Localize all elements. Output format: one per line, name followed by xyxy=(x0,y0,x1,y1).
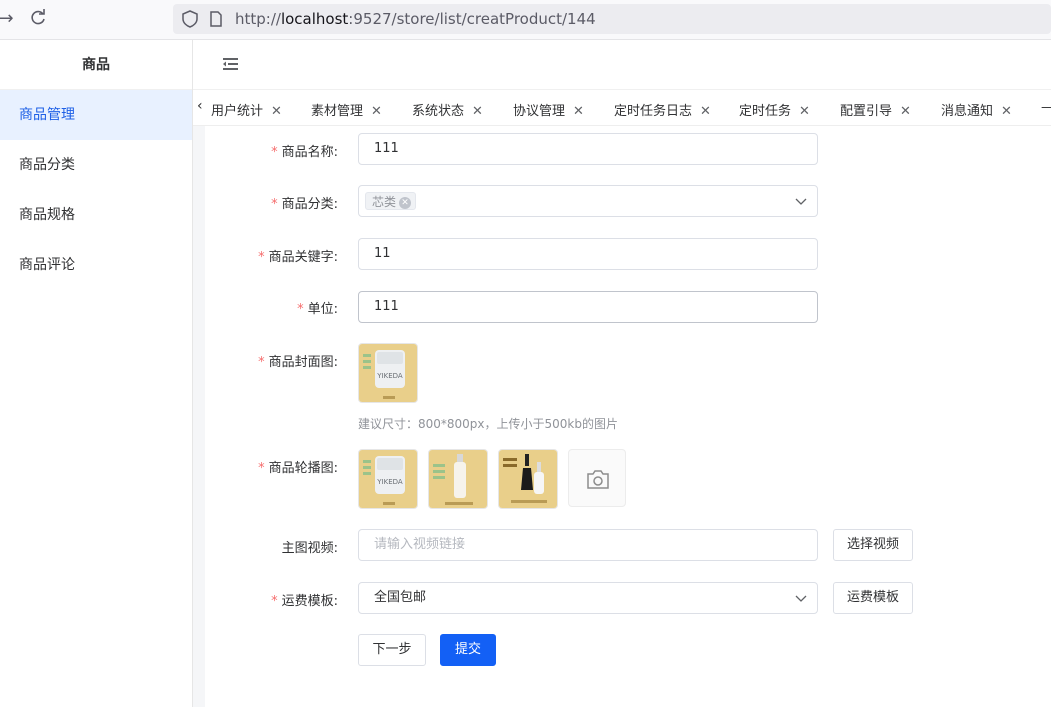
url-bar[interactable]: http://localhost:9527/store/list/creatPr… xyxy=(173,4,1051,34)
carousel-image-1[interactable]: YIKEDA xyxy=(358,449,418,509)
reload-icon[interactable] xyxy=(28,9,48,29)
sidebar-item-product-management[interactable]: 商品管理 xyxy=(0,90,192,140)
sidebar-item-product-spec[interactable]: 商品规格 xyxy=(0,190,192,240)
close-icon[interactable]: ✕ xyxy=(900,104,911,119)
product-form: * 商品名称: 111 * 商品分类: 芯类 ✕ * 商品关键字: 11 * 单位: 11… xyxy=(205,126,1051,707)
unit-input[interactable]: 111 xyxy=(358,291,818,323)
shield-icon[interactable] xyxy=(181,10,199,28)
carousel-image-3[interactable] xyxy=(498,449,558,509)
chevron-left-icon[interactable]: ‹ xyxy=(197,98,203,114)
page-icon[interactable] xyxy=(207,10,225,28)
tab-notifications[interactable]: 消息通知 ✕ xyxy=(941,100,1012,119)
shipping-template-button[interactable]: 运费模板 xyxy=(833,582,913,614)
upload-image-button[interactable] xyxy=(568,449,626,507)
shipping-template-select[interactable]: 全国包邮 xyxy=(358,582,818,614)
close-icon[interactable]: ✕ xyxy=(271,104,282,119)
tab-material[interactable]: 素材管理 ✕ xyxy=(311,100,382,119)
unit-label: * 单位: xyxy=(297,302,338,317)
tab-system-status[interactable]: 系统状态 ✕ xyxy=(412,100,483,119)
cover-image-thumbnail[interactable]: YIKEDA xyxy=(358,343,418,403)
tab-cron[interactable]: 定时任务 ✕ xyxy=(739,100,810,119)
carousel-images-label: * 商品轮播图: xyxy=(258,461,338,476)
tab-more-icon[interactable]: — xyxy=(1041,100,1051,115)
tab-config-guide[interactable]: 配置引导 ✕ xyxy=(840,100,911,119)
carousel-image-2[interactable] xyxy=(428,449,488,509)
video-link-input[interactable]: 请输入视频链接 xyxy=(358,529,818,561)
chevron-down-icon xyxy=(795,595,807,602)
category-tag: 芯类 ✕ xyxy=(365,192,417,210)
close-icon[interactable]: ✕ xyxy=(700,104,711,119)
tag-close-icon[interactable]: ✕ xyxy=(399,197,412,209)
product-name-label: * 商品名称: xyxy=(271,145,338,160)
url-text[interactable]: http://localhost:9527/store/list/creatPr… xyxy=(235,10,596,28)
shipping-template-value: 全国包邮 xyxy=(374,590,427,605)
tab-user-stats[interactable]: 用户统计 ✕ xyxy=(211,100,282,119)
main-content: * 商品名称: 111 * 商品分类: 芯类 ✕ * 商品关键字: 11 * 单位: 11… xyxy=(193,126,1051,707)
chevron-down-icon xyxy=(795,198,807,205)
tab-agreement[interactable]: 协议管理 ✕ xyxy=(513,100,584,119)
product-keyword-label: * 商品关键字: xyxy=(258,250,338,265)
select-video-button[interactable]: 选择视频 xyxy=(833,529,913,561)
forward-icon[interactable]: → xyxy=(0,9,16,29)
sidebar-title: 商品 xyxy=(0,40,192,90)
shipping-template-label: * 运费模板: xyxy=(271,594,338,609)
close-icon[interactable]: ✕ xyxy=(799,104,810,119)
sidebar-item-product-category[interactable]: 商品分类 xyxy=(0,140,192,190)
camera-icon xyxy=(587,470,609,489)
next-step-button[interactable]: 下一步 xyxy=(358,634,426,666)
svg-text:YIKEDA: YIKEDA xyxy=(376,372,403,380)
product-keyword-input[interactable]: 11 xyxy=(358,238,818,270)
close-icon[interactable]: ✕ xyxy=(1001,104,1012,119)
tabs-bar: ‹ 用户统计 ✕ 素材管理 ✕ 系统状态 ✕ 协议管理 ✕ 定时任务日志 ✕ 定时任务 ✕ … xyxy=(193,90,1051,126)
cover-image-hint: 建议尺寸：800*800px，上传小于500kb的图片 xyxy=(358,417,618,431)
product-name-input[interactable]: 111 xyxy=(358,133,818,165)
tab-cron-log[interactable]: 定时任务日志 ✕ xyxy=(614,100,711,119)
cover-image-label: * 商品封面图: xyxy=(258,355,338,370)
product-category-label: * 商品分类: xyxy=(271,197,338,212)
svg-text:YIKEDA: YIKEDA xyxy=(376,478,403,486)
main-video-label: 主图视频: xyxy=(281,541,338,556)
close-icon[interactable]: ✕ xyxy=(573,104,584,119)
menu-fold-icon[interactable] xyxy=(223,57,239,71)
sidebar-item-product-review[interactable]: 商品评论 xyxy=(0,240,192,290)
close-icon[interactable]: ✕ xyxy=(371,104,382,119)
browser-toolbar: → http://localhost:9527/store/list/creat… xyxy=(0,0,1051,40)
sidebar: 商品 商品管理 商品分类 商品规格 商品评论 xyxy=(0,40,193,707)
close-icon[interactable]: ✕ xyxy=(472,104,483,119)
submit-button[interactable]: 提交 xyxy=(440,634,496,666)
product-category-select[interactable]: 芯类 ✕ xyxy=(358,185,818,217)
top-header xyxy=(193,40,1051,90)
